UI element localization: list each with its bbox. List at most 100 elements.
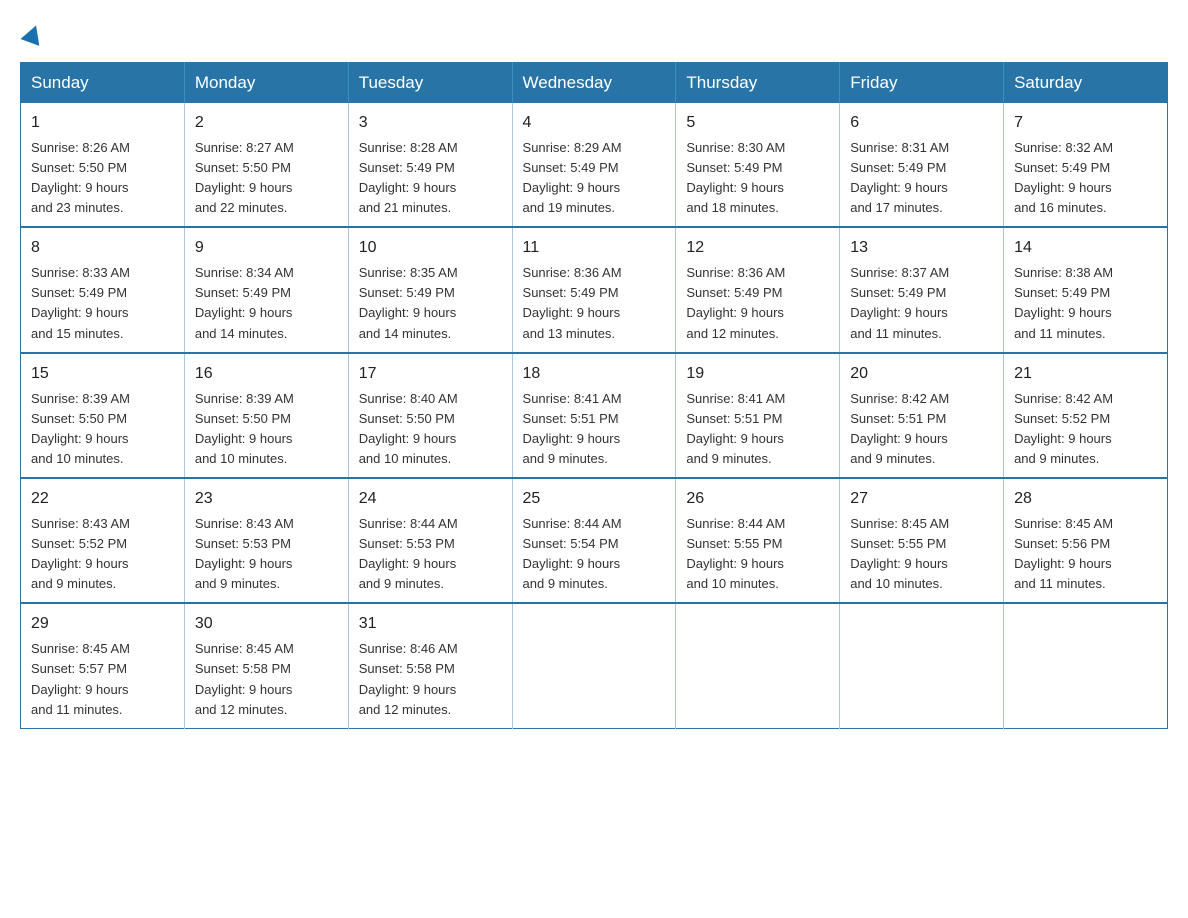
calendar-week-row: 15Sunrise: 8:39 AMSunset: 5:50 PMDayligh… (21, 353, 1168, 478)
day-info: Sunrise: 8:42 AMSunset: 5:52 PMDaylight:… (1014, 389, 1157, 470)
calendar-day-cell: 7Sunrise: 8:32 AMSunset: 5:49 PMDaylight… (1004, 103, 1168, 227)
calendar-header-monday: Monday (184, 63, 348, 104)
logo (20, 20, 43, 42)
calendar-header-tuesday: Tuesday (348, 63, 512, 104)
day-number: 13 (850, 236, 993, 261)
day-info: Sunrise: 8:29 AMSunset: 5:49 PMDaylight:… (523, 138, 666, 219)
day-number: 31 (359, 612, 502, 637)
calendar-day-cell: 3Sunrise: 8:28 AMSunset: 5:49 PMDaylight… (348, 103, 512, 227)
day-info: Sunrise: 8:27 AMSunset: 5:50 PMDaylight:… (195, 138, 338, 219)
calendar-day-cell: 4Sunrise: 8:29 AMSunset: 5:49 PMDaylight… (512, 103, 676, 227)
calendar-day-cell: 10Sunrise: 8:35 AMSunset: 5:49 PMDayligh… (348, 227, 512, 352)
day-info: Sunrise: 8:43 AMSunset: 5:52 PMDaylight:… (31, 514, 174, 595)
day-number: 25 (523, 487, 666, 512)
page-header (20, 20, 1168, 42)
day-info: Sunrise: 8:40 AMSunset: 5:50 PMDaylight:… (359, 389, 502, 470)
calendar-day-cell: 13Sunrise: 8:37 AMSunset: 5:49 PMDayligh… (840, 227, 1004, 352)
day-number: 10 (359, 236, 502, 261)
day-number: 22 (31, 487, 174, 512)
calendar-week-row: 1Sunrise: 8:26 AMSunset: 5:50 PMDaylight… (21, 103, 1168, 227)
calendar-table: SundayMondayTuesdayWednesdayThursdayFrid… (20, 62, 1168, 729)
day-info: Sunrise: 8:34 AMSunset: 5:49 PMDaylight:… (195, 263, 338, 344)
calendar-day-cell (1004, 603, 1168, 728)
day-info: Sunrise: 8:32 AMSunset: 5:49 PMDaylight:… (1014, 138, 1157, 219)
calendar-day-cell: 11Sunrise: 8:36 AMSunset: 5:49 PMDayligh… (512, 227, 676, 352)
day-info: Sunrise: 8:33 AMSunset: 5:49 PMDaylight:… (31, 263, 174, 344)
calendar-header-friday: Friday (840, 63, 1004, 104)
calendar-day-cell (676, 603, 840, 728)
calendar-day-cell: 12Sunrise: 8:36 AMSunset: 5:49 PMDayligh… (676, 227, 840, 352)
calendar-day-cell: 29Sunrise: 8:45 AMSunset: 5:57 PMDayligh… (21, 603, 185, 728)
calendar-day-cell: 23Sunrise: 8:43 AMSunset: 5:53 PMDayligh… (184, 478, 348, 603)
calendar-day-cell: 30Sunrise: 8:45 AMSunset: 5:58 PMDayligh… (184, 603, 348, 728)
calendar-day-cell: 22Sunrise: 8:43 AMSunset: 5:52 PMDayligh… (21, 478, 185, 603)
calendar-day-cell: 9Sunrise: 8:34 AMSunset: 5:49 PMDaylight… (184, 227, 348, 352)
day-info: Sunrise: 8:44 AMSunset: 5:54 PMDaylight:… (523, 514, 666, 595)
day-number: 9 (195, 236, 338, 261)
calendar-day-cell: 25Sunrise: 8:44 AMSunset: 5:54 PMDayligh… (512, 478, 676, 603)
calendar-day-cell: 1Sunrise: 8:26 AMSunset: 5:50 PMDaylight… (21, 103, 185, 227)
calendar-day-cell: 19Sunrise: 8:41 AMSunset: 5:51 PMDayligh… (676, 353, 840, 478)
day-number: 21 (1014, 362, 1157, 387)
day-info: Sunrise: 8:42 AMSunset: 5:51 PMDaylight:… (850, 389, 993, 470)
calendar-day-cell (512, 603, 676, 728)
day-number: 29 (31, 612, 174, 637)
day-number: 23 (195, 487, 338, 512)
day-info: Sunrise: 8:45 AMSunset: 5:55 PMDaylight:… (850, 514, 993, 595)
calendar-day-cell: 21Sunrise: 8:42 AMSunset: 5:52 PMDayligh… (1004, 353, 1168, 478)
day-info: Sunrise: 8:36 AMSunset: 5:49 PMDaylight:… (686, 263, 829, 344)
day-info: Sunrise: 8:36 AMSunset: 5:49 PMDaylight:… (523, 263, 666, 344)
day-number: 4 (523, 111, 666, 136)
day-number: 16 (195, 362, 338, 387)
calendar-day-cell: 6Sunrise: 8:31 AMSunset: 5:49 PMDaylight… (840, 103, 1004, 227)
calendar-day-cell: 16Sunrise: 8:39 AMSunset: 5:50 PMDayligh… (184, 353, 348, 478)
calendar-header-thursday: Thursday (676, 63, 840, 104)
day-info: Sunrise: 8:45 AMSunset: 5:57 PMDaylight:… (31, 639, 174, 720)
day-number: 19 (686, 362, 829, 387)
calendar-day-cell: 24Sunrise: 8:44 AMSunset: 5:53 PMDayligh… (348, 478, 512, 603)
day-info: Sunrise: 8:45 AMSunset: 5:58 PMDaylight:… (195, 639, 338, 720)
calendar-header-sunday: Sunday (21, 63, 185, 104)
calendar-day-cell: 15Sunrise: 8:39 AMSunset: 5:50 PMDayligh… (21, 353, 185, 478)
calendar-day-cell: 28Sunrise: 8:45 AMSunset: 5:56 PMDayligh… (1004, 478, 1168, 603)
calendar-day-cell: 20Sunrise: 8:42 AMSunset: 5:51 PMDayligh… (840, 353, 1004, 478)
day-info: Sunrise: 8:39 AMSunset: 5:50 PMDaylight:… (31, 389, 174, 470)
calendar-header-saturday: Saturday (1004, 63, 1168, 104)
day-number: 18 (523, 362, 666, 387)
day-number: 30 (195, 612, 338, 637)
calendar-header-row: SundayMondayTuesdayWednesdayThursdayFrid… (21, 63, 1168, 104)
day-number: 6 (850, 111, 993, 136)
calendar-day-cell: 17Sunrise: 8:40 AMSunset: 5:50 PMDayligh… (348, 353, 512, 478)
day-info: Sunrise: 8:39 AMSunset: 5:50 PMDaylight:… (195, 389, 338, 470)
day-number: 28 (1014, 487, 1157, 512)
day-number: 24 (359, 487, 502, 512)
day-info: Sunrise: 8:41 AMSunset: 5:51 PMDaylight:… (686, 389, 829, 470)
day-info: Sunrise: 8:31 AMSunset: 5:49 PMDaylight:… (850, 138, 993, 219)
day-number: 7 (1014, 111, 1157, 136)
day-number: 8 (31, 236, 174, 261)
calendar-day-cell: 31Sunrise: 8:46 AMSunset: 5:58 PMDayligh… (348, 603, 512, 728)
calendar-week-row: 29Sunrise: 8:45 AMSunset: 5:57 PMDayligh… (21, 603, 1168, 728)
day-number: 2 (195, 111, 338, 136)
day-number: 15 (31, 362, 174, 387)
day-number: 11 (523, 236, 666, 261)
day-number: 1 (31, 111, 174, 136)
day-number: 17 (359, 362, 502, 387)
day-info: Sunrise: 8:45 AMSunset: 5:56 PMDaylight:… (1014, 514, 1157, 595)
day-number: 20 (850, 362, 993, 387)
day-number: 3 (359, 111, 502, 136)
calendar-header-wednesday: Wednesday (512, 63, 676, 104)
day-info: Sunrise: 8:44 AMSunset: 5:53 PMDaylight:… (359, 514, 502, 595)
day-number: 5 (686, 111, 829, 136)
calendar-week-row: 22Sunrise: 8:43 AMSunset: 5:52 PMDayligh… (21, 478, 1168, 603)
day-info: Sunrise: 8:37 AMSunset: 5:49 PMDaylight:… (850, 263, 993, 344)
calendar-day-cell: 18Sunrise: 8:41 AMSunset: 5:51 PMDayligh… (512, 353, 676, 478)
calendar-day-cell: 5Sunrise: 8:30 AMSunset: 5:49 PMDaylight… (676, 103, 840, 227)
day-number: 12 (686, 236, 829, 261)
day-info: Sunrise: 8:35 AMSunset: 5:49 PMDaylight:… (359, 263, 502, 344)
day-number: 27 (850, 487, 993, 512)
day-info: Sunrise: 8:41 AMSunset: 5:51 PMDaylight:… (523, 389, 666, 470)
day-info: Sunrise: 8:46 AMSunset: 5:58 PMDaylight:… (359, 639, 502, 720)
day-info: Sunrise: 8:44 AMSunset: 5:55 PMDaylight:… (686, 514, 829, 595)
calendar-day-cell (840, 603, 1004, 728)
